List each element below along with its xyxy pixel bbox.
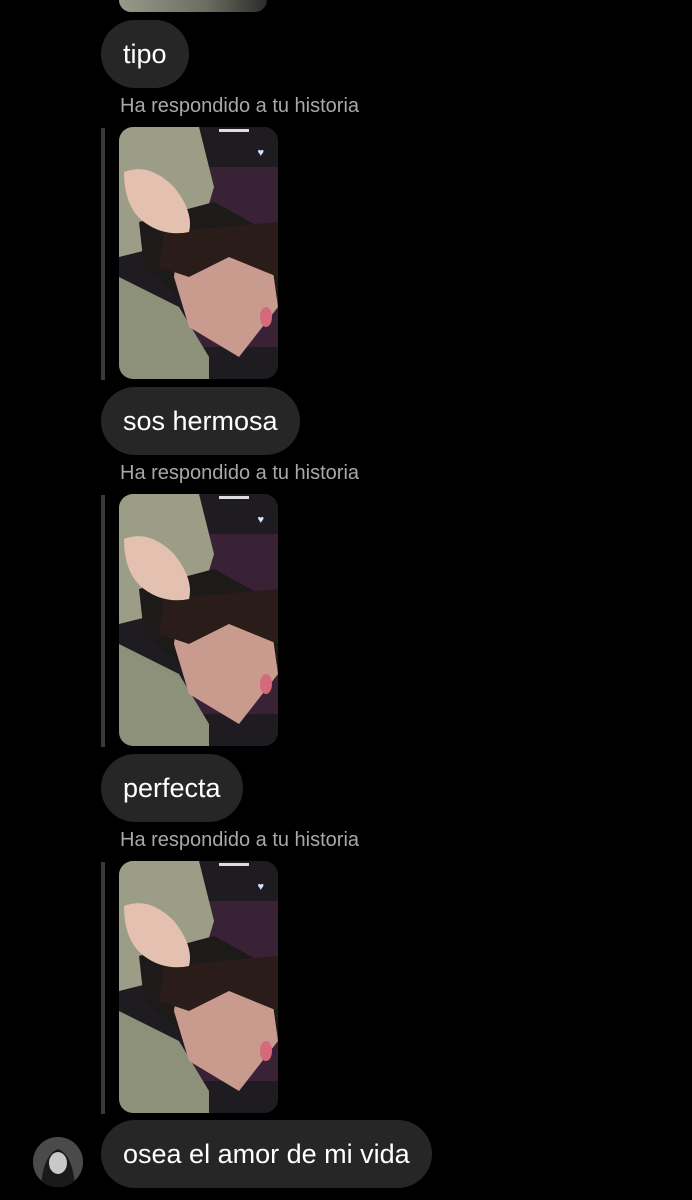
message-bubble[interactable]: perfecta [101,754,243,822]
reply-bar [101,128,105,380]
story-preview[interactable]: ♥ [119,127,278,379]
story-image [119,861,278,1113]
message-bubble[interactable]: sos hermosa [101,387,300,455]
message-thread[interactable]: tipo Ha respondido a tu historia ♥ sos h… [0,0,692,1200]
heart-icon[interactable]: ♥ [257,514,264,526]
reply-bar [101,495,105,747]
reply-bar [101,862,105,1114]
message-text: tipo [123,39,167,69]
message-text: sos hermosa [123,406,278,436]
message-bubble[interactable]: osea el amor de mi vida [101,1120,432,1188]
heart-icon[interactable]: ♥ [257,881,264,893]
avatar-image [33,1137,83,1187]
story-preview[interactable]: ♥ [119,494,278,746]
story-preview-partial[interactable] [119,0,267,12]
story-image [119,494,278,746]
story-reply-label: Ha respondido a tu historia [120,829,360,851]
message-text: osea el amor de mi vida [123,1139,410,1169]
story-reply-label: Ha respondido a tu historia [120,95,360,117]
story-reply-label: Ha respondido a tu historia [120,462,360,484]
message-text: perfecta [123,773,221,803]
story-image [119,127,278,379]
message-bubble[interactable]: tipo [101,20,189,88]
heart-icon[interactable]: ♥ [257,147,264,159]
story-preview[interactable]: ♥ [119,861,278,1113]
avatar[interactable] [33,1137,83,1187]
